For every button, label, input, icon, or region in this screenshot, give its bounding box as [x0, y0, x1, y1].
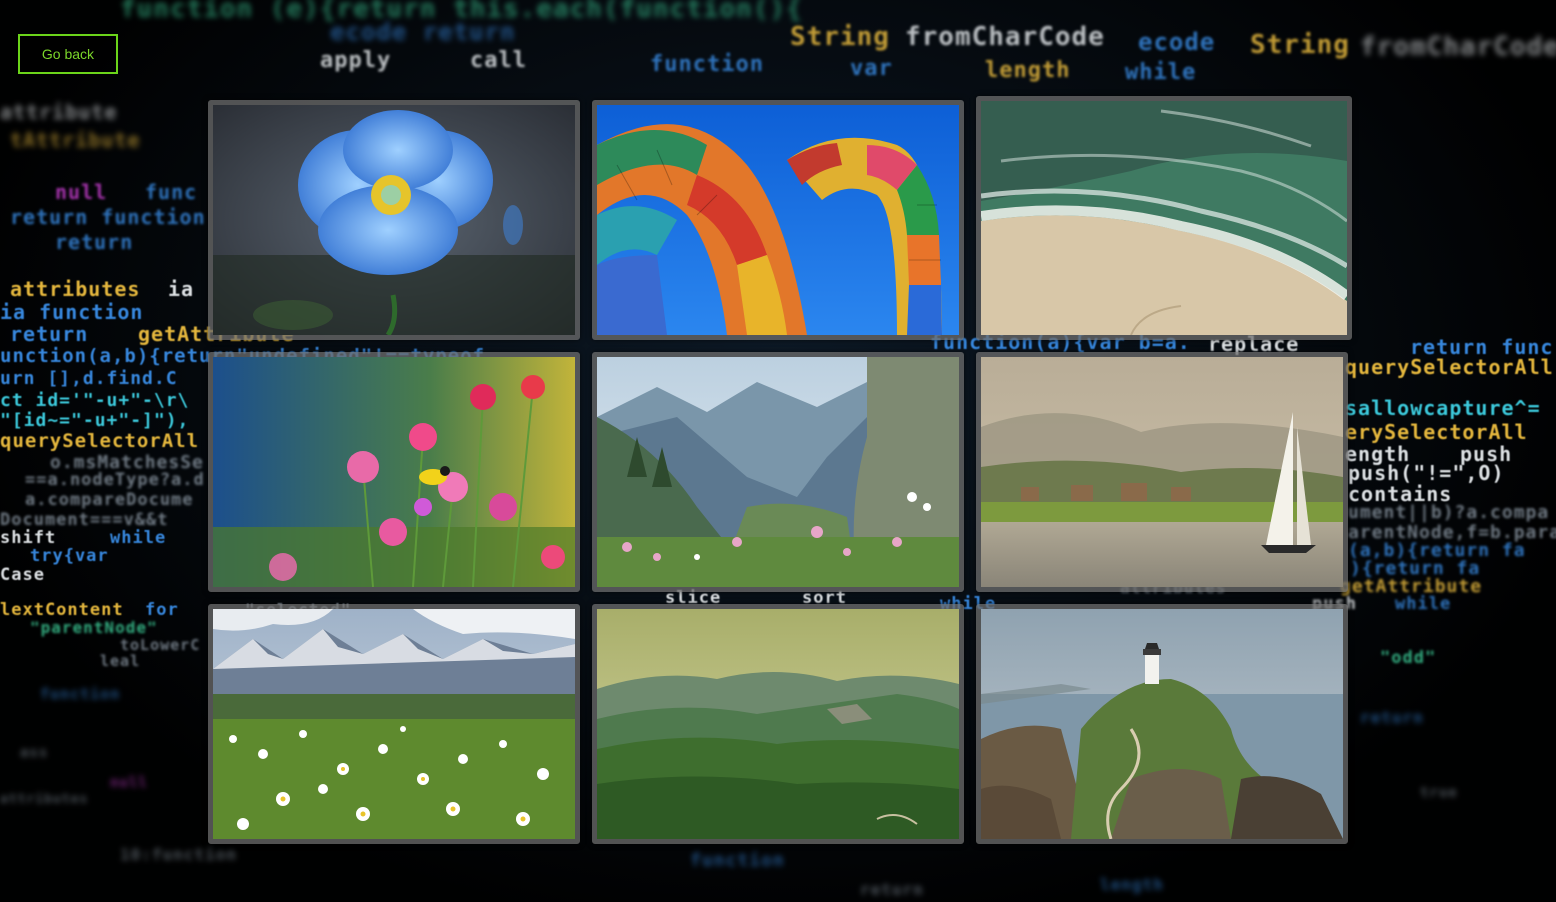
- page: function (e){return this.each(function()…: [0, 0, 1556, 902]
- gallery-tile-sailboat-lake[interactable]: [976, 352, 1348, 592]
- aerial-beach-image: [981, 101, 1347, 335]
- go-back-button[interactable]: Go back: [18, 34, 118, 74]
- blue-poppy-image: [213, 105, 575, 335]
- gallery-tile-container-arch[interactable]: [592, 100, 964, 340]
- gallery-tile-lighthouse[interactable]: [976, 604, 1348, 844]
- gallery-tile-daisy-meadow[interactable]: [208, 604, 580, 844]
- green-hills-image: [597, 609, 959, 839]
- image-gallery: [208, 96, 1352, 844]
- container-arch-image: [597, 105, 959, 335]
- gallery-tile-green-hills[interactable]: [592, 604, 964, 844]
- gallery-tile-blue-poppy[interactable]: [208, 100, 580, 340]
- daisy-meadow-image: [213, 609, 575, 839]
- lighthouse-image: [981, 609, 1343, 839]
- gallery-tile-aerial-beach[interactable]: [976, 96, 1352, 340]
- gallery-tile-goldfinch-flowers[interactable]: [208, 352, 580, 592]
- goldfinch-flowers-image: [213, 357, 575, 587]
- alpine-valley-image: [597, 357, 959, 587]
- gallery-tile-alpine-valley[interactable]: [592, 352, 964, 592]
- sailboat-lake-image: [981, 357, 1343, 587]
